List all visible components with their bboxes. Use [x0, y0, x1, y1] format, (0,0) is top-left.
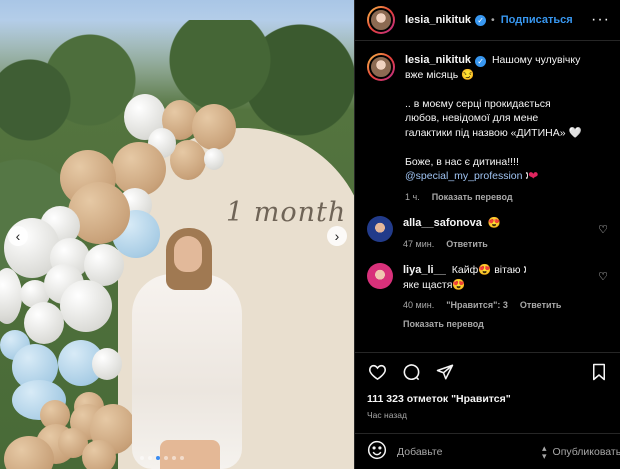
prev-photo-button[interactable]: ‹	[8, 226, 28, 246]
caption-line: .. в моєму серці прокидається	[405, 97, 551, 110]
chevron-left-icon: ‹	[15, 228, 21, 244]
caption-line	[405, 82, 608, 97]
reply-button[interactable]: Ответить	[446, 237, 488, 252]
follow-button[interactable]: Подписаться	[501, 14, 573, 26]
caption-time: 1 ч.	[405, 191, 420, 202]
author-avatar[interactable]	[367, 6, 395, 34]
comment-text: 😍	[487, 217, 501, 229]
photo-woman-face	[174, 236, 202, 272]
add-comment-bar: ▴▾ Опубликовать	[355, 433, 620, 469]
carousel-dot	[156, 456, 160, 460]
commenter-username[interactable]: alla__safonova	[403, 217, 482, 229]
comment-time: 40 мин.	[403, 300, 435, 310]
caption-line: галактики під назвою «ДИТИНА» 🤍	[405, 126, 582, 139]
likes-count[interactable]: 111 323 отметок "Нравится"	[367, 393, 609, 405]
add-comment-input[interactable]	[397, 445, 532, 458]
more-horizontal-icon[interactable]: ···	[591, 11, 610, 29]
comment-icon[interactable]	[401, 362, 421, 382]
carousel-dot	[148, 456, 152, 460]
action-icons	[367, 361, 609, 383]
balloon	[24, 302, 64, 344]
posted-time: Час назад	[367, 410, 407, 420]
post-header: lesia_nikituk ✓ • Подписаться ···	[355, 0, 620, 41]
caption-line: Нашому чулувічку	[491, 54, 581, 66]
comment-time: 47 мин.	[403, 238, 435, 249]
verified-icon: ✓	[475, 56, 487, 67]
balloon	[82, 440, 116, 469]
commenter-avatar[interactable]	[367, 263, 393, 289]
comment-item: liya_li__ Кайф😍 вітаю 🕽 яке щастя😍 40 ми…	[367, 263, 608, 331]
balloon	[204, 148, 224, 170]
caption: lesia_nikituk ✓ Нашому чулувічку вже міся…	[367, 53, 608, 204]
comment-item: alla__safonova 😍 47 мин. Ответить ♡	[367, 216, 608, 251]
caption-avatar[interactable]	[367, 53, 395, 81]
carousel-dots	[140, 456, 184, 460]
comment-likes-count[interactable]: "Нравится": 3	[446, 298, 508, 313]
heart-outline-icon[interactable]: ♡	[598, 223, 608, 236]
comment-text: Кайф😍 вітаю 🕽	[451, 264, 527, 276]
heart-icon[interactable]	[367, 362, 387, 382]
caption-line: вже місяць 😏	[405, 68, 475, 81]
balloon	[60, 280, 112, 332]
heart-outline-icon[interactable]: ♡	[598, 270, 608, 283]
chevron-right-icon: ›	[334, 228, 340, 244]
comment-meta: 47 мин. Ответить	[403, 237, 608, 252]
photo-overlay-text: 1 month	[226, 197, 347, 228]
post-viewer: 1 month ‹ › lesia_nikituk ✓ • Подписатьс…	[0, 0, 620, 469]
caption-line: Боже, в нас є дитина!!!!	[405, 155, 519, 168]
sort-icon: ▴ ▾	[542, 442, 547, 461]
carousel-dot	[140, 456, 144, 460]
carousel-dot	[172, 456, 176, 460]
comment-text: яке щастя😍	[403, 278, 466, 291]
caption-translate-button[interactable]: Показать перевод	[432, 190, 513, 205]
commenter-username[interactable]: liya_li__	[403, 264, 446, 276]
verified-icon: ✓	[475, 14, 487, 26]
next-photo-button[interactable]: ›	[327, 226, 347, 246]
post-side-panel: lesia_nikituk ✓ • Подписаться ··· lesia_…	[354, 0, 620, 469]
reply-button[interactable]: Ответить	[520, 298, 562, 313]
share-icon[interactable]	[435, 362, 455, 382]
post-actions: 111 323 отметок "Нравится" Час назад	[355, 352, 620, 420]
post-photo[interactable]: 1 month ‹ ›	[0, 0, 354, 469]
comment-meta: Показать перевод	[403, 317, 608, 332]
comments-list[interactable]: lesia_nikituk ✓ Нашому чулувічку вже міся…	[355, 41, 620, 348]
mention-link[interactable]: @special_my_profession	[405, 170, 522, 182]
publish-label: Опубликовать	[552, 445, 620, 458]
caption-line	[405, 140, 608, 155]
carousel-dot	[180, 456, 184, 460]
photo-woman-legs	[160, 440, 220, 469]
author-username[interactable]: lesia_nikituk	[405, 14, 471, 26]
commenter-avatar[interactable]	[367, 216, 393, 242]
carousel-dot	[164, 456, 168, 460]
balloon	[92, 348, 122, 380]
caption-meta: 1 ч. Показать перевод	[405, 190, 608, 205]
emoji-icon[interactable]	[367, 440, 387, 463]
red-heart-icon: ❤	[528, 170, 539, 182]
comment-translate-button[interactable]: Показать перевод	[403, 317, 484, 332]
publish-button[interactable]: ▴ ▾ Опубликовать	[542, 442, 620, 461]
caption-line: любов, невідомої для мене	[405, 112, 539, 124]
comment-meta: 40 мин. "Нравится": 3 Ответить	[403, 298, 608, 313]
caption-username[interactable]: lesia_nikituk	[405, 54, 471, 66]
separator-dot: •	[491, 14, 495, 26]
caption-line: @special_my_profession 🕽❤	[405, 169, 608, 184]
bookmark-icon[interactable]	[589, 362, 609, 382]
